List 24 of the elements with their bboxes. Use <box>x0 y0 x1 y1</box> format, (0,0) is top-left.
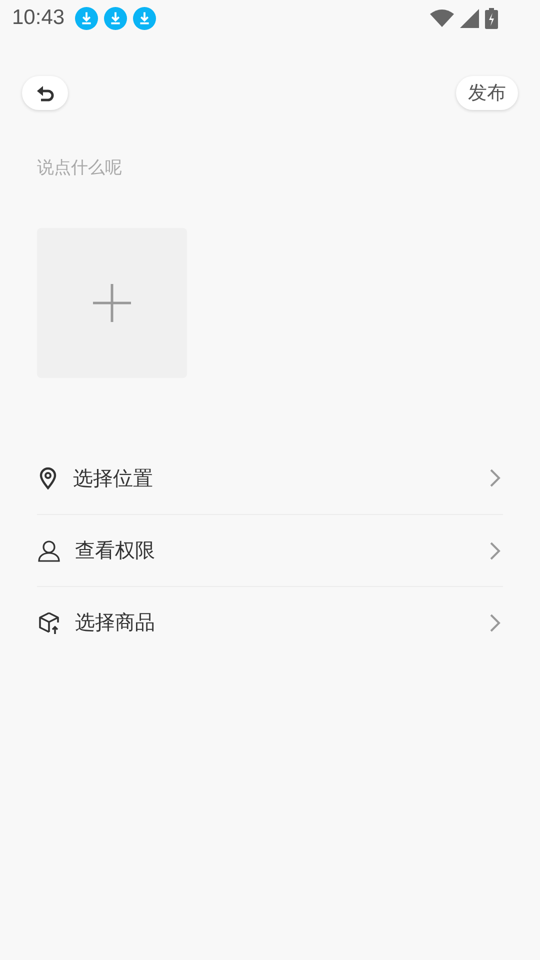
location-pin-icon <box>37 466 59 490</box>
download-icon <box>132 6 156 30</box>
post-input-field[interactable]: 说点什么呢 <box>37 156 337 196</box>
chevron-right-icon <box>489 468 501 488</box>
option-label: 查看权限 <box>75 537 155 564</box>
wifi-icon <box>430 9 454 27</box>
person-icon <box>37 540 61 562</box>
signal-icon <box>460 8 479 28</box>
option-row[interactable]: 选择商品 <box>37 586 503 658</box>
option-row[interactable]: 选择位置 <box>37 442 503 514</box>
chevron-right-icon <box>489 540 501 560</box>
option-label: 选择位置 <box>73 464 153 492</box>
chevron-right-icon <box>489 612 501 632</box>
download-icon <box>74 6 98 30</box>
download-icon <box>104 6 127 30</box>
battery-icon <box>485 8 498 28</box>
option-label: 选择商品 <box>75 609 155 636</box>
back-button[interactable] <box>22 76 68 110</box>
publish-button[interactable]: 发布 <box>456 76 518 110</box>
undo-arrow-icon <box>35 83 55 103</box>
status-time: 10:43 <box>12 6 65 30</box>
plus-icon <box>93 284 131 322</box>
option-row[interactable]: 查看权限 <box>37 514 503 586</box>
package-icon <box>37 610 61 634</box>
